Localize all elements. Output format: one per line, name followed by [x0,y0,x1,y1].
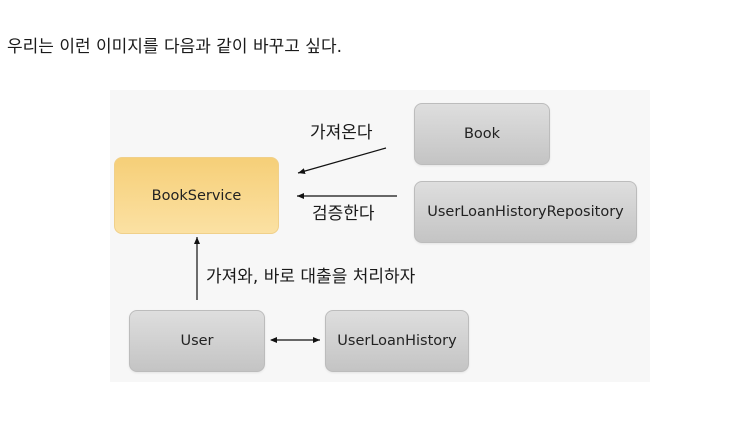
intro-text: 우리는 이런 이미지를 다음과 같이 바꾸고 싶다. [7,37,342,57]
page: 우리는 이런 이미지를 다음과 같이 바꾸고 싶다. Book BookServ… [0,0,740,426]
book-service-node: BookService [114,157,279,234]
book-service-node-label: BookService [151,187,242,204]
user-loan-history-repository-node: UserLoanHistoryRepository [414,181,637,243]
user-node-label: User [180,333,214,349]
book-node: Book [414,103,550,165]
user-loan-history-repository-node-label: UserLoanHistoryRepository [427,204,624,220]
edge-label-user: 가져와, 바로 대출을 처리하자 [206,267,416,287]
user-loan-history-node: UserLoanHistory [325,310,469,372]
user-loan-history-node-label: UserLoanHistory [337,333,457,349]
user-node: User [129,310,265,372]
book-node-label: Book [463,126,501,142]
edge-label-book: 가져온다 [310,123,373,143]
edge-label-repository: 검증한다 [312,204,375,224]
